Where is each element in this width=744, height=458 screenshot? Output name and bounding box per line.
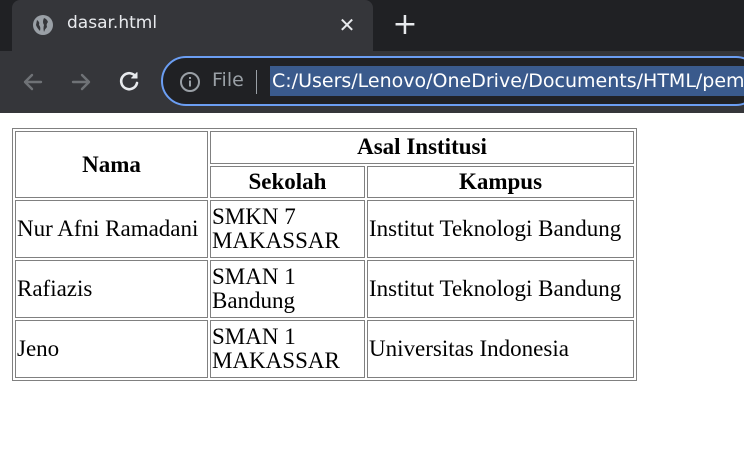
cell-sekolah: SMAN 1 MAKASSAR	[210, 320, 365, 378]
header-nama: Nama	[15, 131, 208, 198]
arrow-right-icon[interactable]	[67, 68, 95, 96]
cell-kampus: Institut Teknologi Bandung	[367, 260, 634, 318]
browser-tab[interactable]: dasar.html ✕	[12, 0, 373, 51]
info-icon[interactable]	[179, 71, 201, 93]
globe-icon	[33, 15, 53, 35]
plus-icon[interactable]: +	[390, 10, 420, 40]
toolbar: File C:/Users/Lenovo/OneDrive/Documents/…	[0, 51, 744, 113]
close-icon[interactable]: ✕	[334, 12, 360, 38]
cell-sekolah: SMAN 1 Bandung	[210, 260, 365, 318]
table-row: Rafiazis SMAN 1 Bandung Institut Teknolog…	[15, 260, 634, 318]
browser-chrome: dasar.html ✕ + File C:/Users/Lenovo/OneD…	[0, 0, 744, 113]
url-text[interactable]: C:/Users/Lenovo/OneDrive/Documents/HTML/…	[270, 66, 744, 96]
table-row: Nur Afni Ramadani SMKN 7 MAKASSAR Institu…	[15, 200, 634, 258]
cell-nama: Nur Afni Ramadani	[15, 200, 208, 258]
cell-nama: Jeno	[15, 320, 208, 378]
header-kampus: Kampus	[367, 165, 634, 198]
table-row: Jeno SMAN 1 MAKASSAR Universitas Indonesi…	[15, 320, 634, 378]
cell-nama: Rafiazis	[15, 260, 208, 318]
cell-sekolah: SMKN 7 MAKASSAR	[210, 200, 365, 258]
header-sekolah: Sekolah	[210, 165, 365, 198]
divider	[256, 70, 257, 94]
cell-kampus: Universitas Indonesia	[367, 320, 634, 378]
arrow-left-icon[interactable]	[19, 68, 47, 96]
page-content: Nama Asal Institusi Sekolah Kampus Nur A…	[0, 113, 744, 458]
cell-kampus: Institut Teknologi Bandung	[367, 200, 634, 258]
url-scheme: File	[212, 69, 244, 91]
address-bar[interactable]: File C:/Users/Lenovo/OneDrive/Documents/…	[161, 56, 744, 106]
header-asal-institusi: Asal Institusi	[210, 131, 634, 164]
institution-table: Nama Asal Institusi Sekolah Kampus Nur A…	[12, 128, 637, 381]
tab-title: dasar.html	[67, 13, 158, 33]
reload-icon[interactable]	[115, 68, 143, 96]
